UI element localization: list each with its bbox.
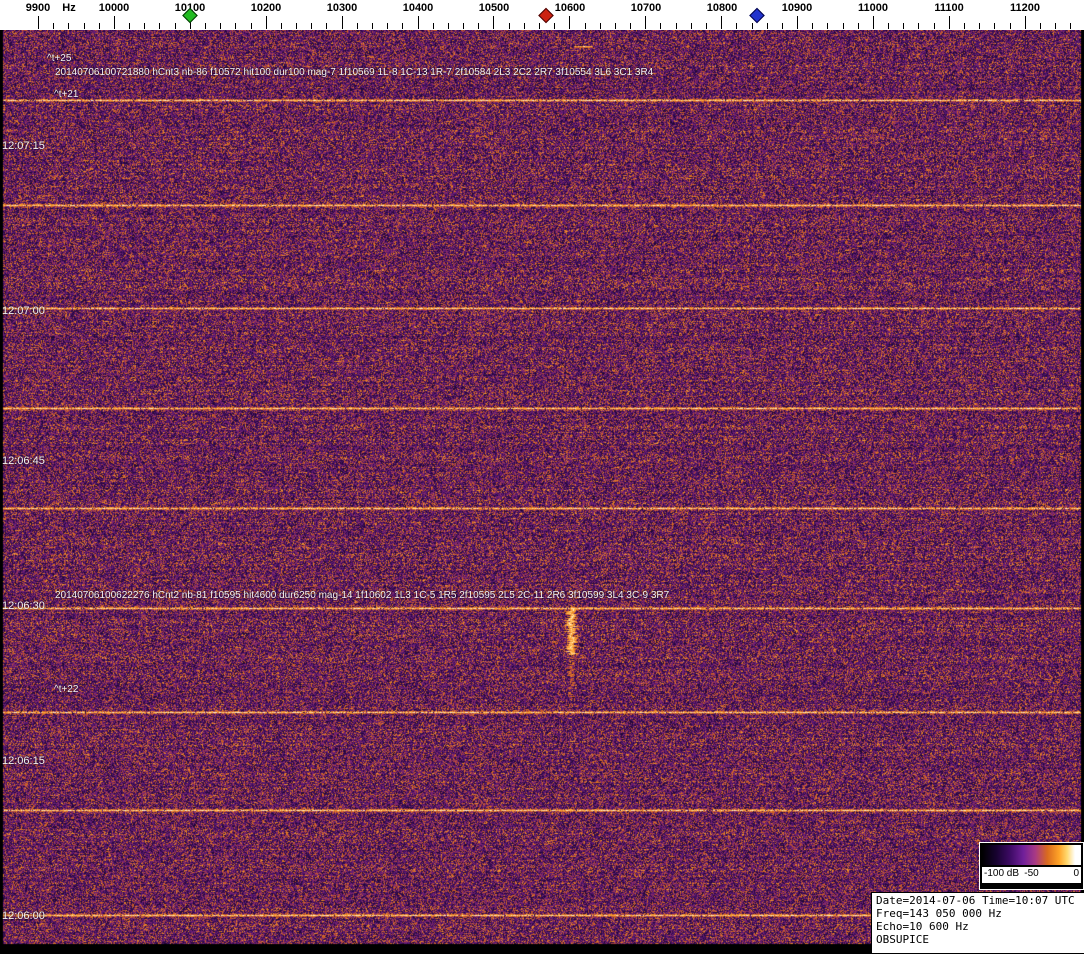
ruler-tick <box>417 16 419 29</box>
ruler-tick <box>144 23 146 29</box>
ruler-tick <box>554 23 556 29</box>
ruler-tick <box>463 23 464 29</box>
ruler-tick <box>493 16 495 29</box>
ruler-tick <box>83 23 85 29</box>
ruler-label: 10600 <box>554 2 586 14</box>
ruler-label: 10700 <box>630 2 662 14</box>
ruler-tick <box>159 23 161 29</box>
ruler-unit-label: Hz <box>62 2 76 14</box>
ruler-tick <box>948 16 950 29</box>
ruler-tick <box>842 23 844 29</box>
ruler-tick <box>660 23 662 29</box>
ruler-tick <box>721 16 723 29</box>
ruler-tick <box>372 23 373 29</box>
ruler-tick <box>1055 23 1057 29</box>
ruler-tick <box>356 23 358 29</box>
ruler-tick <box>705 23 707 29</box>
ruler-tick <box>113 16 115 29</box>
ruler-label: 11000 <box>858 2 888 14</box>
ruler-label: 10200 <box>250 2 282 14</box>
ruler-tick <box>174 23 176 29</box>
ruler-tick <box>994 23 996 29</box>
ruler-tick <box>68 23 70 29</box>
ruler-label: 10800 <box>706 2 738 14</box>
spectrogram-canvas[interactable] <box>0 30 1084 953</box>
ruler-tick <box>311 23 313 29</box>
ruler-tick <box>888 23 890 29</box>
ruler-tick <box>690 23 692 29</box>
ruler-label: 10500 <box>478 2 510 14</box>
ruler-tick <box>584 23 586 29</box>
ruler-label: 10300 <box>326 2 358 14</box>
ruler-tick <box>265 16 267 29</box>
ruler-tick <box>630 23 631 29</box>
ruler-tick <box>280 23 282 29</box>
ruler-tick <box>675 23 677 29</box>
ruler-label: 10400 <box>402 2 434 14</box>
frequency-ruler[interactable]: 9900100001010010200103001040010500106001… <box>0 0 1084 30</box>
ruler-tick <box>1039 23 1041 29</box>
ruler-tick <box>872 16 874 29</box>
ruler-tick <box>1024 16 1026 29</box>
ruler-tick <box>903 23 905 29</box>
ruler-tick <box>827 23 829 29</box>
ruler-tick <box>1070 23 1072 29</box>
ruler-tick <box>341 16 343 29</box>
ruler-label: 11100 <box>934 2 964 14</box>
ruler-tick <box>614 23 616 29</box>
ruler-tick <box>964 23 965 29</box>
ruler-tick <box>235 23 237 29</box>
ruler-tick <box>38 16 39 29</box>
ruler-tick <box>933 23 935 29</box>
ruler-tick <box>326 23 328 29</box>
ruler-tick <box>205 23 206 29</box>
ruler-tick <box>797 16 798 29</box>
ruler-tick <box>812 23 814 29</box>
ruler-tick <box>645 16 647 29</box>
ruler-tick <box>402 23 404 29</box>
ruler-tick <box>447 23 449 29</box>
marker-red-diamond[interactable] <box>538 7 554 24</box>
ruler-tick <box>781 23 783 29</box>
ruler-tick <box>508 23 510 29</box>
ruler-label: 10000 <box>98 2 130 14</box>
ruler-tick <box>1009 23 1011 29</box>
ruler-tick <box>751 23 753 29</box>
ruler-label: 11200 <box>1010 2 1040 14</box>
ruler-label: 9900 <box>25 2 51 14</box>
ruler-tick <box>98 23 100 29</box>
ruler-tick <box>979 23 981 29</box>
ruler-tick <box>250 23 252 29</box>
ruler-tick <box>387 23 389 29</box>
ruler-tick <box>538 23 540 29</box>
ruler-tick <box>523 23 525 29</box>
ruler-tick <box>478 23 480 29</box>
ruler-tick <box>766 23 768 29</box>
ruler-label: 10900 <box>781 2 813 14</box>
ruler-tick <box>599 23 601 29</box>
ruler-tick <box>296 23 298 29</box>
ruler-tick <box>918 23 920 29</box>
waterfall-display: 9900100001010010200103001040010500106001… <box>0 0 1084 954</box>
ruler-tick <box>432 23 434 29</box>
marker-blue-diamond[interactable] <box>749 7 765 24</box>
ruler-tick <box>220 23 222 29</box>
ruler-tick <box>857 23 859 29</box>
ruler-tick <box>736 23 738 29</box>
ruler-tick <box>569 16 571 29</box>
ruler-tick <box>129 23 131 29</box>
ruler-tick <box>53 23 55 29</box>
